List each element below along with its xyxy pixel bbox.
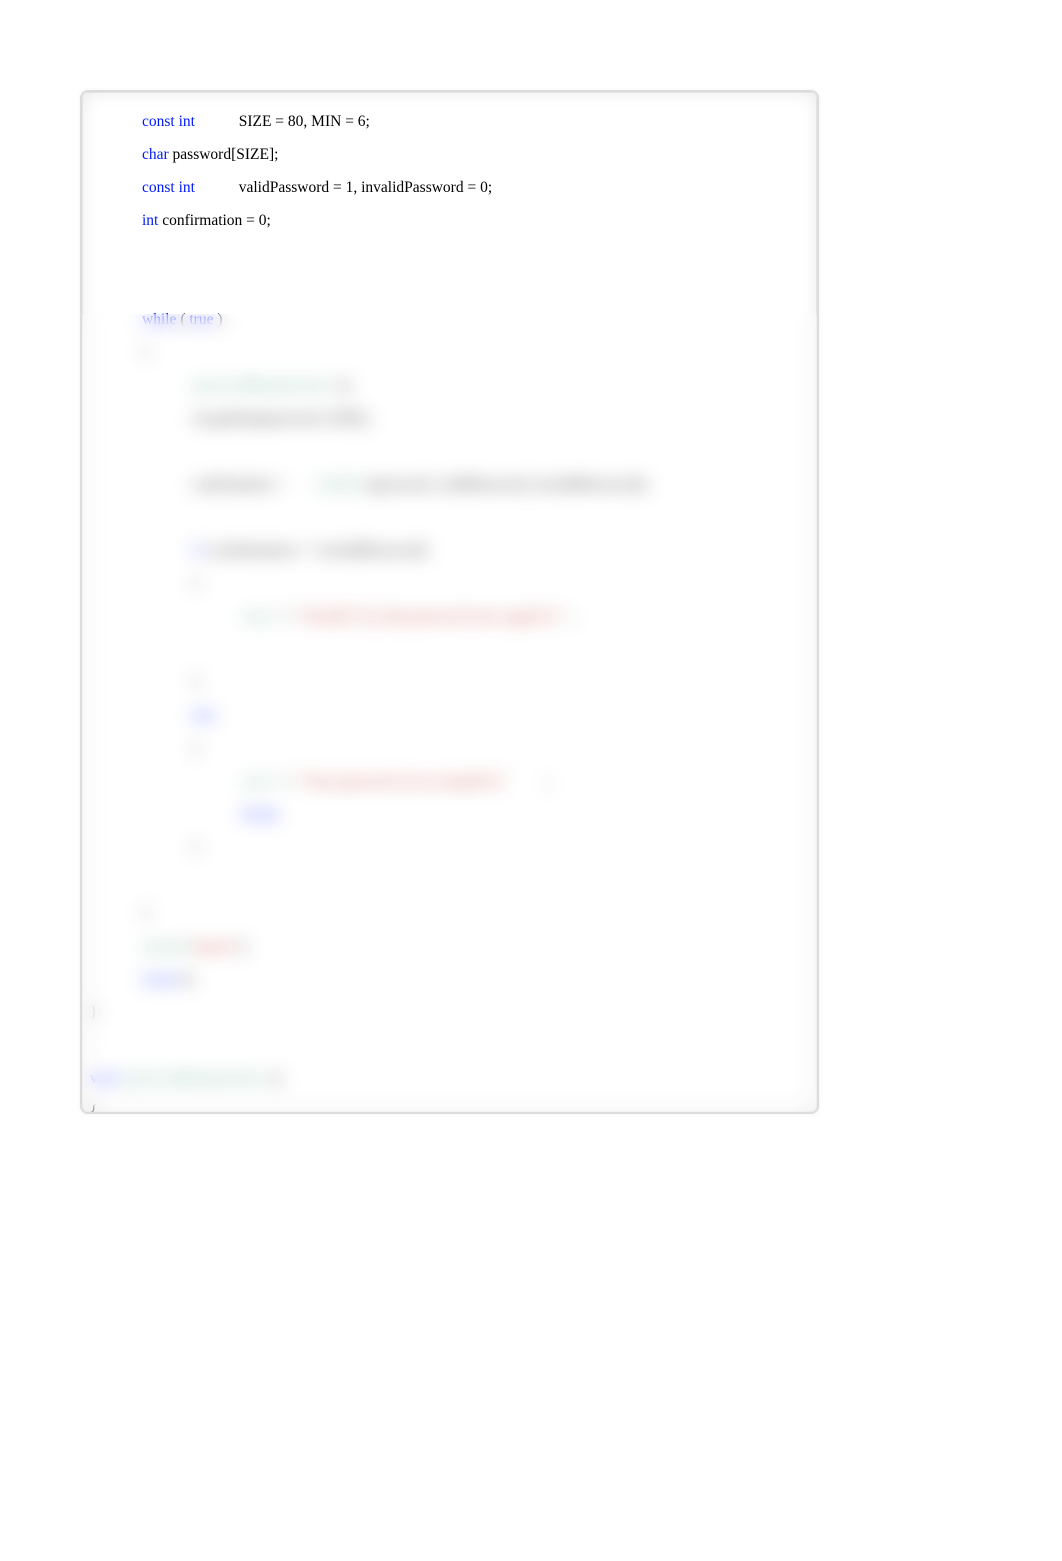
code-text: } (192, 839, 199, 856)
keyword: char (142, 146, 169, 163)
string-literal: "Your password was accepted!\n" (298, 773, 507, 790)
keyword: break; (242, 806, 281, 823)
keyword: true (189, 311, 213, 328)
code-text: confirmation = 0; (158, 212, 270, 229)
code-text: ; (562, 608, 574, 625)
code-text: () (263, 1070, 281, 1087)
code-text: ); (238, 938, 247, 955)
keyword: while (142, 311, 176, 328)
function-call: passwordRequirments (192, 377, 330, 394)
code-block: const int SIZE = 80, MIN = 6; char passw… (82, 92, 817, 1114)
string-literal: "pause" (190, 938, 238, 955)
keyword: else (192, 707, 216, 724)
code-text: 0; (179, 971, 195, 988)
code-text: ( (176, 311, 189, 328)
code-text: validPassword = 1, invalidPassword = 0; (231, 179, 492, 196)
code-text: (password, validPassword, invalidPasswor… (359, 476, 648, 493)
keyword: const int (142, 179, 195, 196)
code-text: } (192, 674, 199, 691)
code-text: << (269, 773, 298, 790)
code-text: { (192, 575, 199, 592)
string-literal: "Invalid! Try that password once again!\… (298, 608, 562, 625)
identifier: cout (242, 608, 269, 625)
code-text: cin.getline(password, SIZE); (192, 410, 371, 427)
code-text: SIZE = 80, MIN = 6; (231, 113, 370, 130)
keyword: int (142, 212, 158, 229)
code-text: password[SIZE]; (169, 146, 279, 163)
keyword: void (90, 1070, 118, 1087)
code-text: (); (330, 377, 352, 394)
keyword: return (142, 971, 179, 988)
document-page: const int SIZE = 80, MIN = 6; char passw… (80, 90, 819, 1114)
code-text: { (90, 1103, 97, 1114)
code-text: ) (213, 311, 222, 328)
code-text: { (142, 344, 149, 361)
code-text: } (142, 905, 149, 922)
code-text: ; (506, 773, 549, 790)
function-call: isValid (316, 476, 359, 493)
code-text: << (269, 608, 298, 625)
function-name: passwordRequirments (118, 1070, 264, 1087)
code-text: } (90, 1004, 97, 1021)
code-text: confirmation = (192, 476, 316, 493)
keyword: const int (142, 113, 195, 130)
code-text: (confirmation == invalidPassword) (201, 542, 427, 559)
identifier: system( (142, 938, 190, 955)
identifier: cout (242, 773, 269, 790)
code-text: { (192, 740, 199, 757)
